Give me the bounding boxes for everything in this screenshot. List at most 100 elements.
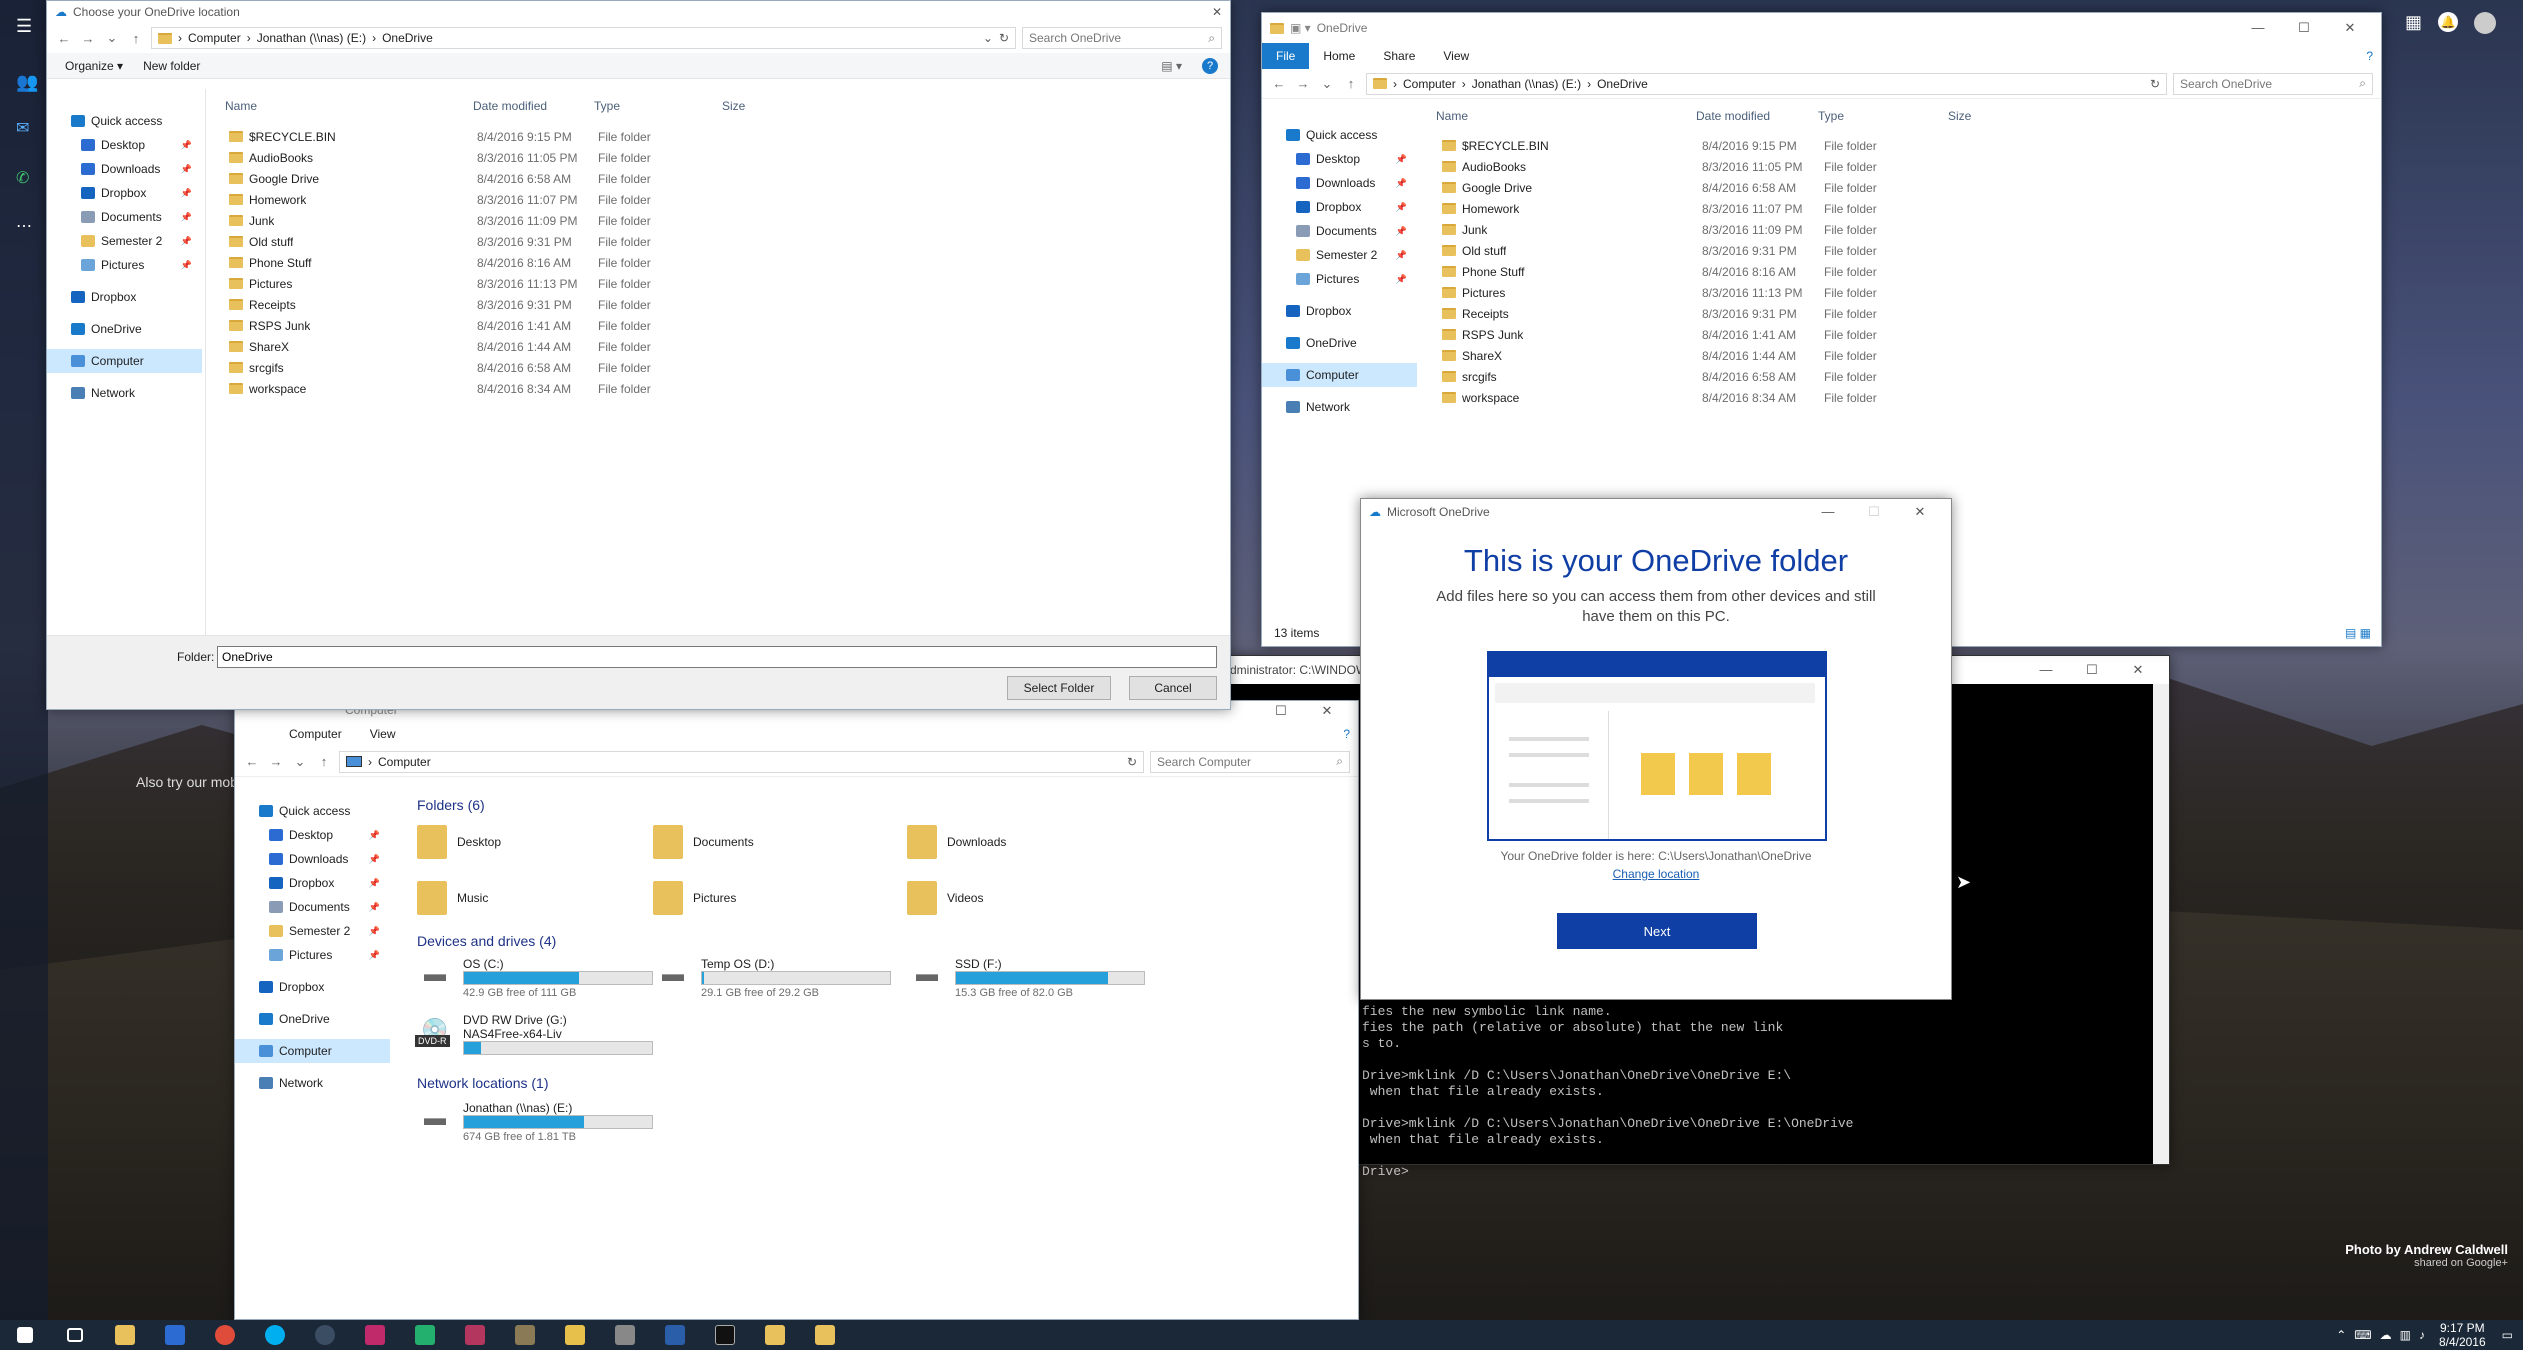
taskbar-store-icon[interactable] bbox=[150, 1320, 200, 1350]
column-name[interactable]: Name bbox=[225, 99, 473, 113]
taskbar-folder-icon[interactable] bbox=[750, 1320, 800, 1350]
sidebar-item-dropbox[interactable]: Dropbox bbox=[1262, 299, 1417, 323]
taskbar-pycharm-icon[interactable] bbox=[400, 1320, 450, 1350]
section-drives[interactable]: Devices and drives (4) bbox=[417, 933, 556, 949]
ribbon-tab-share[interactable]: Share bbox=[1369, 49, 1429, 63]
task-view-icon[interactable] bbox=[50, 1320, 100, 1350]
next-button[interactable]: Next bbox=[1557, 913, 1757, 949]
sidebar-item-onedrive[interactable]: OneDrive bbox=[235, 1007, 390, 1031]
refresh-icon[interactable]: ↻ bbox=[2150, 77, 2160, 91]
file-row[interactable]: Old stuff 8/3/2016 9:31 PM File folder bbox=[229, 231, 726, 252]
start-windows-icon[interactable] bbox=[0, 1320, 50, 1350]
sidebar-item-semester-2[interactable]: Semester 2 📌 bbox=[235, 919, 390, 943]
ribbon-tab-computer[interactable]: Computer bbox=[275, 727, 356, 741]
minimize-icon[interactable]: — bbox=[2023, 662, 2069, 678]
sidebar-item-quick-access[interactable]: Quick access bbox=[47, 109, 202, 133]
help-icon[interactable]: ? bbox=[1202, 57, 1218, 74]
clock[interactable]: 9:17 PM 8/4/2016 bbox=[2439, 1321, 2486, 1349]
menu-icon[interactable]: ☰ bbox=[16, 16, 32, 37]
ribbon-tab-file[interactable]: File bbox=[1262, 43, 1310, 69]
help-icon[interactable]: ? bbox=[1343, 727, 1350, 741]
close-icon[interactable]: ✕ bbox=[1897, 504, 1943, 520]
folder-picker-dialog[interactable]: ☁ Choose your OneDrive location ✕ ← → ⌄ … bbox=[46, 0, 1231, 710]
taskbar-cmd-icon[interactable] bbox=[700, 1320, 750, 1350]
organize-button[interactable]: Organize ▾ bbox=[65, 59, 123, 73]
forward-arrow-icon[interactable]: → bbox=[267, 754, 285, 769]
breadcrumb-drive[interactable]: Jonathan (\\nas) (E:) bbox=[1472, 77, 1581, 91]
quick-access-toolbar-icon[interactable]: ▣ ▾ bbox=[1290, 21, 1311, 35]
maximize-icon[interactable]: ☐ bbox=[1851, 504, 1897, 520]
maximize-icon[interactable]: ☐ bbox=[1258, 703, 1304, 719]
back-arrow-icon[interactable]: ← bbox=[55, 31, 73, 46]
breadcrumb-onedrive[interactable]: OneDrive bbox=[1597, 77, 1648, 91]
change-location-link[interactable]: Change location bbox=[1361, 867, 1951, 881]
taskbar-folder2-icon[interactable] bbox=[800, 1320, 850, 1350]
sidebar-item-pictures[interactable]: Pictures 📌 bbox=[1262, 267, 1417, 291]
sidebar-item-dropbox[interactable]: Dropbox 📌 bbox=[47, 181, 202, 205]
file-row[interactable]: Homework 8/3/2016 11:07 PM File folder bbox=[229, 189, 726, 210]
file-row[interactable]: Pictures 8/3/2016 11:13 PM File folder bbox=[229, 273, 726, 294]
file-row[interactable]: AudioBooks 8/3/2016 11:05 PM File folder bbox=[1442, 156, 1954, 177]
sidebar-item-desktop[interactable]: Desktop 📌 bbox=[47, 133, 202, 157]
file-row[interactable]: Pictures 8/3/2016 11:13 PM File folder bbox=[1442, 282, 1954, 303]
new-folder-button[interactable]: New folder bbox=[143, 59, 200, 73]
sidebar-item-semester-2[interactable]: Semester 2 📌 bbox=[1262, 243, 1417, 267]
sidebar-item-computer[interactable]: Computer bbox=[47, 349, 202, 373]
tray-keyboard-icon[interactable]: ⌨ bbox=[2354, 1328, 2371, 1342]
close-icon[interactable]: ✕ bbox=[1212, 5, 1222, 19]
sidebar-item-quick-access[interactable]: Quick access bbox=[235, 799, 390, 823]
taskbar-explorer-icon[interactable] bbox=[100, 1320, 150, 1350]
breadcrumb[interactable]: › Computer › Jonathan (\\nas) (E:) › OneDr… bbox=[1366, 72, 2167, 95]
close-icon[interactable]: ✕ bbox=[2115, 662, 2161, 678]
close-icon[interactable]: ✕ bbox=[1304, 703, 1350, 719]
file-row[interactable]: workspace 8/4/2016 8:34 AM File folder bbox=[229, 378, 726, 399]
sidebar-item-onedrive[interactable]: OneDrive bbox=[47, 317, 202, 341]
breadcrumb-drive[interactable]: Jonathan (\\nas) (E:) bbox=[257, 31, 366, 45]
file-row[interactable]: workspace 8/4/2016 8:34 AM File folder bbox=[1442, 387, 1954, 408]
drive-tile[interactable]: ▬ Jonathan (\\nas) (E:) 674 GB free of 1.8… bbox=[415, 1101, 655, 1143]
sidebar-item-pictures[interactable]: Pictures 📌 bbox=[47, 253, 202, 277]
help-icon[interactable]: ? bbox=[2366, 49, 2373, 63]
taskbar-chrome-icon[interactable] bbox=[200, 1320, 250, 1350]
column-name[interactable]: Name bbox=[1436, 109, 1696, 123]
taskbar-app3-icon[interactable] bbox=[550, 1320, 600, 1350]
maximize-icon[interactable]: ☐ bbox=[2281, 20, 2327, 36]
ribbon-tab-view[interactable]: View bbox=[1429, 49, 1483, 63]
tray-volume-icon[interactable]: ♪ bbox=[2419, 1328, 2425, 1342]
sidebar-item-quick-access[interactable]: Quick access bbox=[1262, 123, 1417, 147]
column-date[interactable]: Date modified bbox=[1696, 109, 1818, 123]
section-network[interactable]: Network locations (1) bbox=[417, 1075, 549, 1091]
taskbar-app4-icon[interactable] bbox=[600, 1320, 650, 1350]
sidebar-item-downloads[interactable]: Downloads 📌 bbox=[1262, 171, 1417, 195]
sidebar-item-network[interactable]: Network bbox=[47, 381, 202, 405]
file-row[interactable]: Junk 8/3/2016 11:09 PM File folder bbox=[1442, 219, 1954, 240]
recent-dropdown-icon[interactable]: ⌄ bbox=[1318, 76, 1336, 92]
message-icon[interactable]: ✉ bbox=[16, 118, 29, 138]
column-type[interactable]: Type bbox=[594, 99, 722, 113]
tray-onedrive-icon[interactable]: ☁ bbox=[2380, 1328, 2392, 1342]
file-row[interactable]: Google Drive 8/4/2016 6:58 AM File folder bbox=[229, 168, 726, 189]
taskbar-app2-icon[interactable] bbox=[500, 1320, 550, 1350]
sidebar-item-network[interactable]: Network bbox=[235, 1071, 390, 1095]
taskbar-app-icon[interactable] bbox=[450, 1320, 500, 1350]
onedrive-setup-dialog[interactable]: ☁ Microsoft OneDrive — ☐ ✕ This is your On… bbox=[1360, 498, 1952, 1000]
breadcrumb-computer[interactable]: Computer bbox=[1403, 77, 1456, 91]
sidebar-item-computer[interactable]: Computer bbox=[235, 1039, 390, 1063]
sidebar-item-computer[interactable]: Computer bbox=[1262, 363, 1417, 387]
file-row[interactable]: RSPS Junk 8/4/2016 1:41 AM File folder bbox=[1442, 324, 1954, 345]
forward-arrow-icon[interactable]: → bbox=[79, 31, 97, 46]
cancel-button[interactable]: Cancel bbox=[1129, 676, 1217, 700]
up-arrow-icon[interactable]: ↑ bbox=[127, 31, 145, 46]
file-row[interactable]: RSPS Junk 8/4/2016 1:41 AM File folder bbox=[229, 315, 726, 336]
column-size[interactable]: Size bbox=[722, 99, 782, 113]
minimize-icon[interactable]: — bbox=[2235, 20, 2281, 36]
avatar[interactable] bbox=[2474, 12, 2497, 34]
file-row[interactable]: Old stuff 8/3/2016 9:31 PM File folder bbox=[1442, 240, 1954, 261]
tray-overflow-icon[interactable]: ⌃ bbox=[2336, 1328, 2346, 1342]
search-box[interactable]: Search OneDrive ⌕ bbox=[2173, 72, 2373, 95]
folder-tile-music[interactable]: Music bbox=[417, 881, 647, 915]
refresh-icon[interactable]: ↻ bbox=[999, 31, 1009, 45]
file-row[interactable]: $RECYCLE.BIN 8/4/2016 9:15 PM File folder bbox=[229, 126, 726, 147]
action-center-icon[interactable]: ▭ bbox=[2502, 1328, 2513, 1342]
recent-dropdown-icon[interactable]: ⌄ bbox=[103, 30, 121, 46]
